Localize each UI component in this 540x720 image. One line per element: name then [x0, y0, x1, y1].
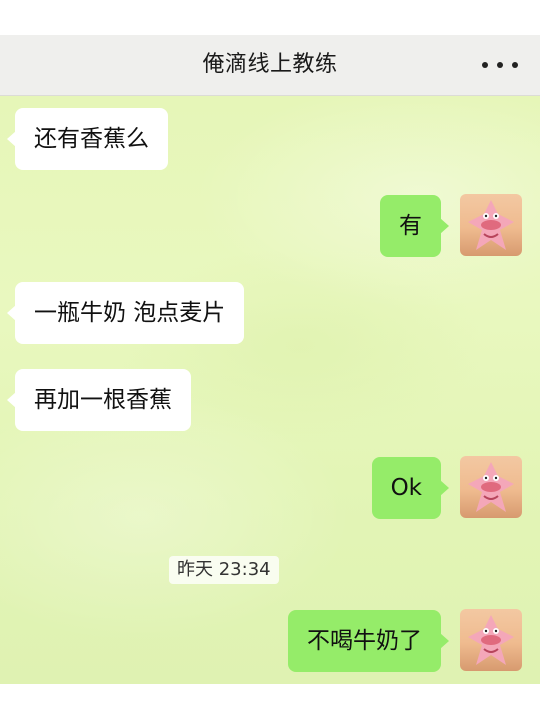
message-text: 不喝牛奶了: [307, 628, 422, 654]
bottom-area: [0, 684, 540, 720]
chat-message-list[interactable]: 还有香蕉么 有 一瓶牛奶 泡点麦片 再加一根香蕉 Ok 昨天 23:34 不喝牛…: [0, 96, 540, 684]
outgoing-message-bubble[interactable]: Ok: [371, 457, 450, 519]
incoming-message-bubble[interactable]: 一瓶牛奶 泡点麦片: [6, 282, 245, 344]
message-text: Ok: [390, 475, 422, 501]
chat-header: 俺滴线上教练: [0, 35, 540, 96]
more-dots-icon[interactable]: [482, 49, 518, 81]
patrick-star-avatar[interactable]: [460, 456, 522, 518]
patrick-star-icon: [468, 615, 514, 665]
message-text: 一瓶牛奶 泡点麦片: [34, 300, 226, 326]
incoming-message-bubble[interactable]: 再加一根香蕉: [7, 369, 191, 431]
outgoing-message-bubble[interactable]: 不喝牛奶了: [288, 610, 449, 672]
incoming-message-bubble[interactable]: 还有香蕉么: [7, 108, 168, 170]
patrick-star-icon: [468, 200, 514, 250]
patrick-star-avatar[interactable]: [460, 194, 522, 256]
message-text: 再加一根香蕉: [34, 387, 172, 413]
message-timestamp: 昨天 23:34: [169, 556, 279, 584]
chat-title: 俺滴线上教练: [202, 52, 338, 77]
message-text: 还有香蕉么: [34, 126, 149, 152]
patrick-star-avatar[interactable]: [460, 609, 522, 671]
message-text: 有: [399, 213, 422, 239]
patrick-star-icon: [468, 462, 514, 512]
status-bar-area: [0, 0, 540, 35]
outgoing-message-bubble[interactable]: 有: [380, 195, 449, 257]
